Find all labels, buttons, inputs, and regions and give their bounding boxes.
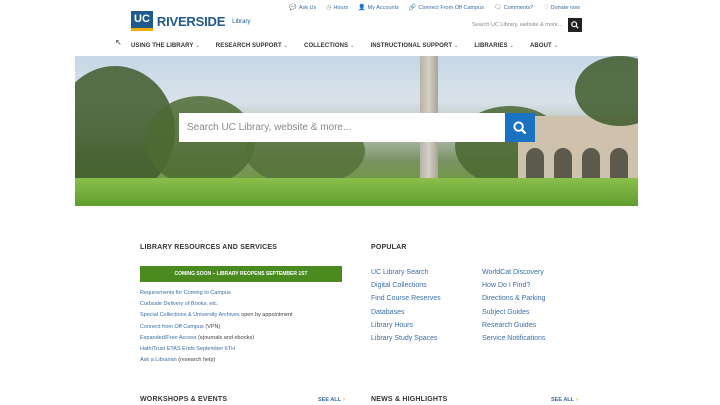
resource-link[interactable]: Ask a Librarian <box>140 357 177 363</box>
list-item: Special Collections & University Archive… <box>140 312 293 319</box>
resource-link[interactable]: Connect from Off Campus <box>140 324 204 330</box>
utility-ask-us[interactable]: 💬 Ask Us <box>289 4 316 12</box>
news-heading: NEWS & HIGHLIGHTS <box>371 396 448 403</box>
popular-link[interactable]: Subject Guides <box>482 306 545 319</box>
resource-link[interactable]: Curbside Delivery of Books, etc. <box>140 301 218 307</box>
hero-search <box>179 113 535 142</box>
utility-donate[interactable]: ♡ Donate now <box>543 4 580 12</box>
main-nav: USING THE LIBRARY ⌄ RESEARCH SUPPORT ⌄ COL… <box>131 43 558 49</box>
link-icon: 🔗 <box>408 5 417 11</box>
popular-column-2: WorldCat Discovery How Do I Find? Direct… <box>482 266 545 345</box>
news-see-all-link[interactable]: SEE ALL › <box>551 397 578 403</box>
chevron-right-icon: › <box>343 397 346 403</box>
popular-link[interactable]: Find Course Reserves <box>371 292 441 305</box>
popular-link[interactable]: WorldCat Discovery <box>482 266 545 279</box>
utility-nav: 💬 Ask Us ◷ Hours 👤 My Accounts 🔗 Connect Fro… <box>289 4 580 12</box>
heart-icon: ♡ <box>543 5 549 11</box>
resources-list: Requirements for Coming to Campus Curbsi… <box>140 288 293 366</box>
chevron-down-icon: ⌄ <box>454 43 459 49</box>
popular-link[interactable]: Databases <box>371 306 441 319</box>
header-search-button[interactable] <box>568 18 582 32</box>
header-search <box>470 18 582 32</box>
utility-my-accounts[interactable]: 👤 My Accounts <box>358 4 399 12</box>
utility-connect-off-campus[interactable]: 🔗 Connect From Off Campus <box>408 4 484 12</box>
list-item: Connect from Off Campus (VPN) <box>140 323 221 330</box>
nav-about[interactable]: ABOUT ⌄ <box>530 43 558 49</box>
logo-uc: UC <box>131 11 153 31</box>
search-icon <box>571 21 579 29</box>
chevron-down-icon: ⌄ <box>350 43 355 49</box>
reopening-banner[interactable]: COMING SOON – LIBRARY REOPENS SEPTEMBER … <box>140 266 342 282</box>
nav-using-the-library[interactable]: USING THE LIBRARY ⌄ <box>131 43 200 49</box>
list-item: HathiTrust ETAS Ends September 6TH <box>140 344 293 355</box>
nav-libraries[interactable]: LIBRARIES ⌄ <box>474 43 514 49</box>
nav-research-support[interactable]: RESEARCH SUPPORT ⌄ <box>216 43 288 49</box>
resource-link[interactable]: Special Collections & University Archive… <box>140 312 240 318</box>
lawn-image <box>75 178 638 206</box>
nav-instructional-support[interactable]: INSTRUCTIONAL SUPPORT ⌄ <box>370 43 458 49</box>
popular-link[interactable]: How Do I Find? <box>482 279 545 292</box>
hero-search-input[interactable] <box>179 113 505 142</box>
chevron-down-icon: ⌄ <box>553 43 559 49</box>
header-search-input[interactable] <box>470 18 568 32</box>
clock-icon: ◷ <box>326 5 332 11</box>
resources-heading: LIBRARY RESOURCES AND SERVICES <box>140 244 278 251</box>
workshops-see-all-link[interactable]: SEE ALL › <box>318 397 345 403</box>
logo-riverside: RIVERSIDE <box>156 13 226 29</box>
comment-icon: 🗨 <box>493 5 502 11</box>
resource-link[interactable]: Requirements for Coming to Campus <box>140 290 231 296</box>
list-item: Ask a Librarian (research help) <box>140 357 216 364</box>
arcade-building-image <box>518 116 638 186</box>
utility-comments[interactable]: 🗨 Comments? <box>493 4 533 12</box>
utility-hours[interactable]: ◷ Hours <box>326 4 348 12</box>
mouse-cursor-icon: ↖ <box>115 38 122 47</box>
user-icon: 👤 <box>358 5 366 11</box>
workshops-heading: WORKSHOPS & EVENTS <box>140 396 228 403</box>
chevron-right-icon: › <box>576 397 579 403</box>
chevron-down-icon: ⌄ <box>509 43 514 49</box>
resource-link[interactable]: HathiTrust ETAS Ends September 6TH <box>140 346 235 352</box>
popular-link[interactable]: UC Library Search <box>371 266 441 279</box>
hero-banner <box>75 56 638 206</box>
list-item: Expanded/Free Access (ejournals and eboo… <box>140 334 255 341</box>
chat-icon: 💬 <box>289 5 297 11</box>
popular-link[interactable]: Service Notifications <box>482 332 545 345</box>
hero-search-button[interactable] <box>505 113 535 142</box>
popular-link[interactable]: Library Study Spaces <box>371 332 441 345</box>
popular-link[interactable]: Digital Collections <box>371 279 441 292</box>
popular-link[interactable]: Research Guides <box>482 319 545 332</box>
search-icon <box>513 120 527 134</box>
popular-link[interactable]: Library Hours <box>371 319 441 332</box>
popular-column-1: UC Library Search Digital Collections Fi… <box>371 266 441 345</box>
logo-library: Library <box>232 18 251 25</box>
chevron-down-icon: ⌄ <box>195 43 200 49</box>
popular-link[interactable]: Directions & Parking <box>482 292 545 305</box>
list-item: Curbside Delivery of Books, etc. <box>140 299 293 310</box>
resource-link[interactable]: Expanded/Free Access <box>140 335 197 341</box>
chevron-down-icon: ⌄ <box>283 43 289 49</box>
list-item: Requirements for Coming to Campus <box>140 288 293 299</box>
nav-collections[interactable]: COLLECTIONS ⌄ <box>304 43 354 49</box>
uc-riverside-logo[interactable]: UC RIVERSIDE Library <box>131 11 251 31</box>
popular-heading: POPULAR <box>371 244 407 251</box>
